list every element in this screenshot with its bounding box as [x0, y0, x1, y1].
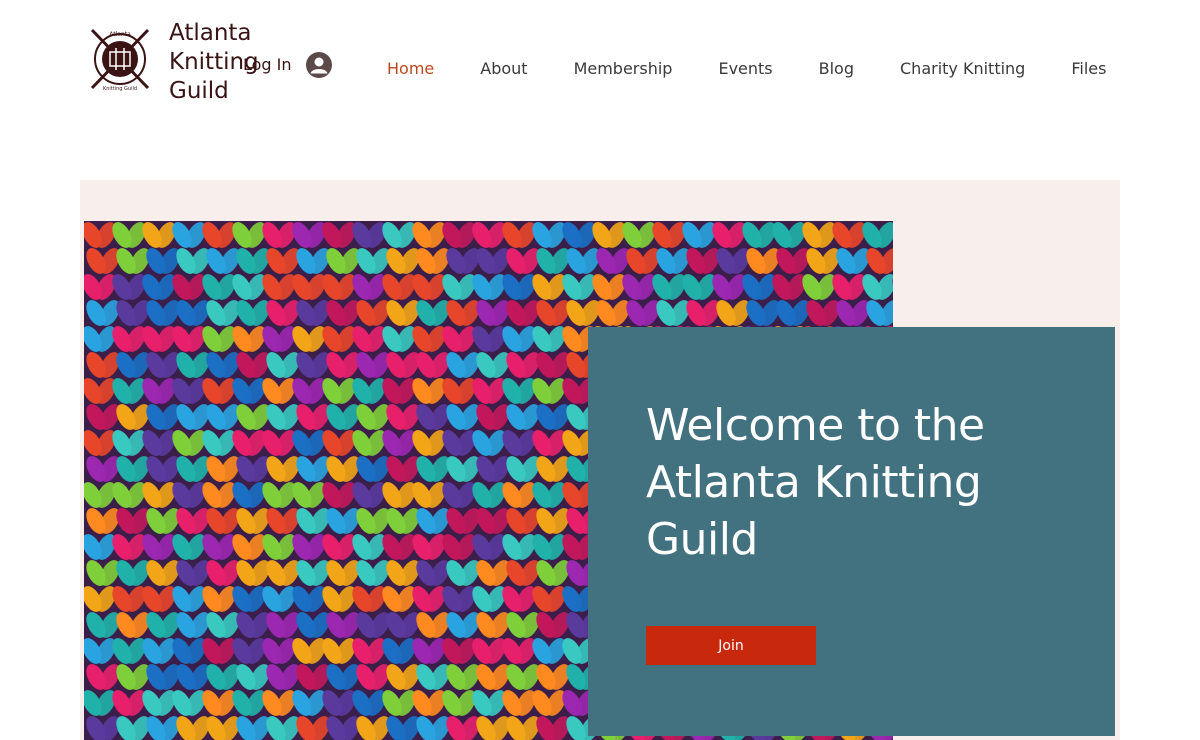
nav-item-events[interactable]: Events [695, 58, 795, 82]
nav-item-files[interactable]: Files [1048, 58, 1129, 82]
nav-item-charity-knitting[interactable]: Charity Knitting [877, 58, 1048, 82]
user-avatar-icon[interactable] [306, 52, 332, 78]
join-button[interactable]: Join [646, 626, 816, 665]
nav-item-home[interactable]: Home [364, 58, 457, 82]
knitting-guild-logo[interactable]: Atlanta Knitting Guild [88, 26, 152, 92]
nav-item-about[interactable]: About [457, 58, 550, 82]
main-nav: Home About Membership Events Blog Charit… [364, 58, 1129, 82]
login-link[interactable]: Log In [243, 55, 292, 74]
nav-item-blog[interactable]: Blog [796, 58, 877, 82]
site-header: Atlanta Knitting Guild Atlanta Knitting … [0, 0, 1200, 130]
logo-text-bottom: Knitting Guild [103, 86, 137, 92]
welcome-title: Welcome to the Atlanta Knitting Guild [646, 400, 985, 565]
welcome-panel: Welcome to the Atlanta Knitting Guild Jo… [588, 327, 1115, 736]
logo-text-top: Atlanta [109, 31, 131, 38]
nav-item-membership[interactable]: Membership [551, 58, 696, 82]
